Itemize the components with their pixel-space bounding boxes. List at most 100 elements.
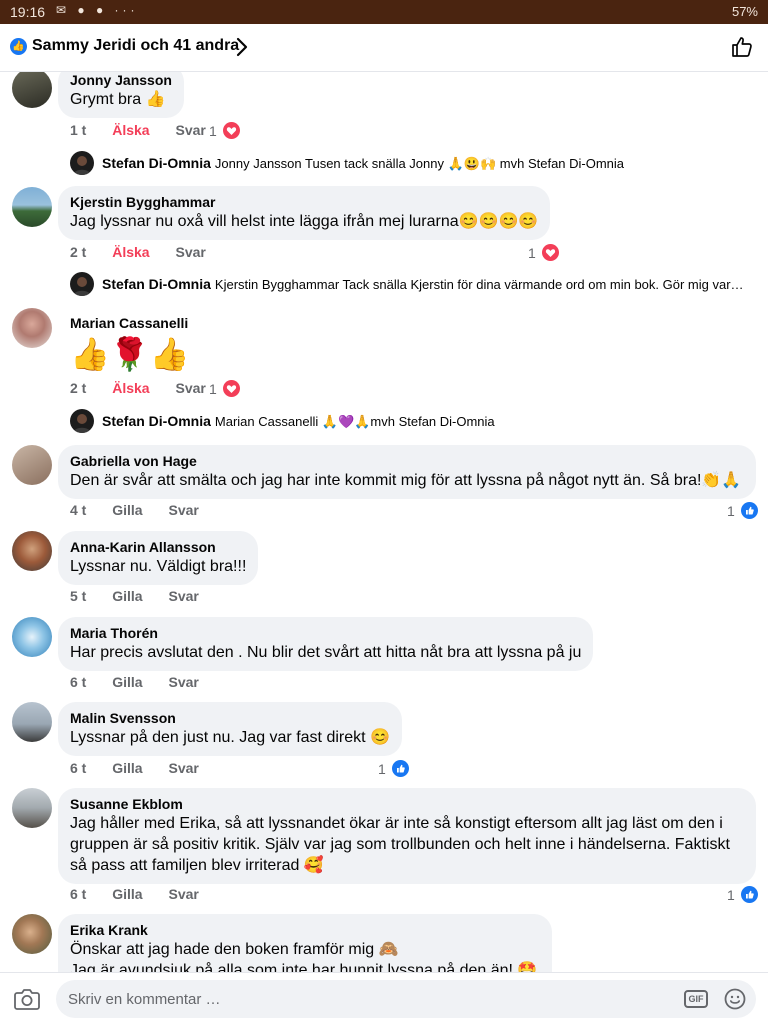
- comment-actions: 6 t Gilla Svar: [70, 760, 221, 776]
- avatar[interactable]: [12, 445, 52, 485]
- reply-item: Stefan Di-Omnia Jonny Jansson Tusen tack …: [70, 151, 760, 177]
- comment-author[interactable]: Susanne Ekblom: [70, 795, 744, 813]
- like-button[interactable]: Gilla: [112, 886, 142, 902]
- reply-author[interactable]: Stefan Di-Omnia: [102, 413, 211, 429]
- avatar[interactable]: [12, 187, 52, 227]
- comment-placeholder: Skriv en kommentar …: [68, 991, 221, 1008]
- comment-actions: 2 t Älska Svar: [70, 380, 228, 396]
- comment-text: Lyssnar på den just nu. Jag var fast dir…: [70, 729, 390, 746]
- comment-author[interactable]: Erika Krank: [70, 921, 540, 939]
- avatar[interactable]: [12, 531, 52, 571]
- heart-icon: [222, 380, 240, 397]
- comment-time: 2 t: [70, 380, 87, 396]
- gif-icon[interactable]: GIF: [684, 990, 708, 1008]
- comment-text: Har precis avslutat den . Nu blir det sv…: [70, 644, 582, 661]
- reply-author[interactable]: Stefan Di-Omnia: [102, 155, 211, 171]
- comment-bubble[interactable]: Gabriella von Hage Den är svår att smält…: [58, 445, 756, 499]
- avatar[interactable]: [12, 308, 52, 348]
- comment-actions: 2 t Älska Svar: [70, 244, 228, 260]
- comment-text: Grymt bra 👍: [70, 91, 166, 108]
- reply-author[interactable]: Stefan Di-Omnia: [102, 276, 211, 292]
- comment-text: Jag är avundsjuk på alla som inte har hu…: [70, 962, 538, 972]
- comment-author[interactable]: Kjerstin Bygghammar: [70, 193, 538, 211]
- reactions-summary[interactable]: Sammy Jeridi och 41 andra: [32, 37, 239, 55]
- comment-list[interactable]: Jonny Jansson Grymt bra 👍 1 t Älska Svar…: [0, 72, 768, 972]
- comment-actions: 6 t Gilla Svar: [70, 674, 221, 690]
- like-icon: [391, 760, 409, 777]
- comment-bubble[interactable]: Anna-Karin Allansson Lyssnar nu. Väldigt…: [58, 531, 259, 585]
- heart-icon: [222, 122, 240, 139]
- comment-actions: 4 t Gilla Svar: [70, 502, 221, 518]
- reply-text: Stefan Di-Omnia Marian Cassanelli 🙏💜🙏mvh …: [102, 413, 495, 429]
- comment-time: 2 t: [70, 244, 87, 260]
- reaction-count[interactable]: 1: [727, 502, 758, 519]
- like-button[interactable]: Gilla: [112, 588, 142, 604]
- emoji-icon[interactable]: [724, 988, 746, 1010]
- comment-text: Jag håller med Erika, så att lyssnandet …: [70, 815, 730, 874]
- avatar[interactable]: [12, 72, 52, 108]
- avatar[interactable]: [70, 151, 94, 175]
- comment-author[interactable]: Jonny Jansson: [70, 72, 172, 89]
- comment-actions: 1 t Älska Svar: [70, 122, 228, 138]
- love-reaction-button[interactable]: Älska: [112, 380, 149, 396]
- comment-input[interactable]: Skriv en kommentar … GIF: [56, 980, 756, 1018]
- like-badge-icon: 👍: [10, 38, 27, 55]
- comment-author[interactable]: Maria Thorén: [70, 624, 581, 642]
- comment-text: Lyssnar nu. Väldigt bra!!!: [70, 558, 247, 575]
- reply-button[interactable]: Svar: [168, 674, 198, 690]
- reply-button[interactable]: Svar: [168, 588, 198, 604]
- comment-bubble: Marian Cassanelli 👍🌹👍: [58, 307, 202, 382]
- reaction-count[interactable]: 1: [727, 886, 758, 903]
- camera-icon[interactable]: [14, 987, 40, 1011]
- comment-author[interactable]: Marian Cassanelli: [70, 314, 190, 332]
- love-reaction-button[interactable]: Älska: [112, 122, 149, 138]
- comment-time: 4 t: [70, 502, 87, 518]
- comment-author[interactable]: Malin Svensson: [70, 709, 390, 727]
- reaction-count[interactable]: 1: [528, 244, 559, 261]
- comment-actions: 5 t Gilla Svar: [70, 588, 221, 604]
- reply-text: Stefan Di-Omnia Kjerstin Bygghammar Tack …: [102, 276, 750, 292]
- avatar[interactable]: [12, 914, 52, 954]
- reactions-header[interactable]: 👍 Sammy Jeridi och 41 andra: [0, 24, 768, 72]
- comment-author[interactable]: Anna-Karin Allansson: [70, 538, 246, 556]
- comment-text: Den är svår att smälta och jag har inte …: [70, 472, 742, 489]
- reply-button[interactable]: Svar: [175, 122, 205, 138]
- avatar[interactable]: [12, 788, 52, 828]
- like-icon: [740, 502, 758, 519]
- comment-bubble[interactable]: Erika Krank Önskar att jag hade den boke…: [58, 914, 552, 972]
- comment-time: 6 t: [70, 674, 87, 690]
- status-bar: 19:16 ✉ ● ● ··· 57%: [0, 0, 768, 24]
- comment-bubble[interactable]: Malin Svensson Lyssnar på den just nu. J…: [58, 702, 402, 756]
- comment-time: 1 t: [70, 122, 87, 138]
- like-button[interactable]: Gilla: [112, 674, 142, 690]
- reply-button[interactable]: Svar: [168, 886, 198, 902]
- like-button[interactable]: Gilla: [112, 502, 142, 518]
- comment-author[interactable]: Gabriella von Hage: [70, 452, 744, 470]
- avatar[interactable]: [70, 272, 94, 296]
- comment-composer: Skriv en kommentar … GIF: [0, 972, 768, 1024]
- comment-bubble[interactable]: Jonny Jansson Grymt bra 👍: [58, 72, 184, 118]
- heart-icon: [541, 244, 559, 261]
- reaction-count[interactable]: 1: [378, 760, 409, 777]
- reply-button[interactable]: Svar: [175, 244, 205, 260]
- reply-button[interactable]: Svar: [168, 502, 198, 518]
- like-icon: [740, 886, 758, 903]
- like-button[interactable]: Gilla: [112, 760, 142, 776]
- chevron-right-icon[interactable]: [236, 36, 248, 58]
- reply-button[interactable]: Svar: [168, 760, 198, 776]
- reply-text: Stefan Di-Omnia Jonny Jansson Tusen tack …: [102, 155, 625, 171]
- status-time: 19:16: [10, 4, 46, 20]
- love-reaction-button[interactable]: Älska: [112, 244, 149, 260]
- reaction-count[interactable]: 1: [209, 122, 240, 139]
- thumbs-up-icon[interactable]: [730, 35, 754, 59]
- comment-time: 5 t: [70, 588, 87, 604]
- avatar[interactable]: [12, 617, 52, 657]
- comment-bubble[interactable]: Kjerstin Bygghammar Jag lyssnar nu oxå v…: [58, 186, 551, 240]
- battery-level: 57%: [731, 4, 758, 19]
- reaction-count[interactable]: 1: [209, 380, 240, 397]
- comment-bubble[interactable]: Maria Thorén Har precis avslutat den . N…: [58, 617, 594, 671]
- avatar[interactable]: [12, 702, 52, 742]
- comment-bubble[interactable]: Susanne Ekblom Jag håller med Erika, så …: [58, 788, 756, 884]
- reply-button[interactable]: Svar: [175, 380, 205, 396]
- avatar[interactable]: [70, 409, 94, 433]
